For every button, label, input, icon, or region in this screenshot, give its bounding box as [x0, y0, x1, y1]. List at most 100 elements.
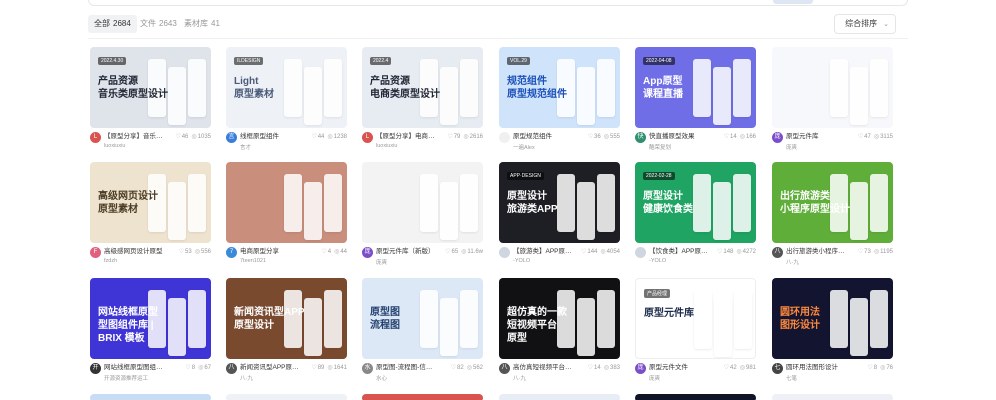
card-title[interactable]: 线框原型组件: [240, 132, 302, 142]
card-thumbnail[interactable]: 2022-04-08 App原型 课程直播: [635, 47, 756, 128]
search-button-edge[interactable]: [773, 0, 813, 4]
card-author[interactable]: 八·九: [240, 374, 253, 382]
resource-card[interactable]: 2022-04-08 App原型 课程直播快快直播原型效果 ♡14 ◎166 酷荣复划: [635, 47, 756, 163]
avatar[interactable]: F: [90, 247, 101, 258]
card-thumbnail-partial[interactable]: [362, 394, 483, 400]
card-author[interactable]: 言才: [240, 143, 251, 151]
card-author[interactable]: 八·九: [513, 374, 526, 382]
resource-card[interactable]: 2022.4 产品资源 电商类原型设计 L【原型分享】电商原型设计 ♡79◎2616 l…: [362, 47, 483, 163]
card-title[interactable]: 原型元件文件: [649, 363, 711, 373]
card-author[interactable]: fzdzh: [104, 258, 117, 264]
card-title[interactable]: 高级感网页设计原型: [104, 247, 166, 257]
card-thumbnail[interactable]: 出行旅游类 小程序原型设计: [772, 162, 893, 243]
card-author[interactable]: 水心: [376, 374, 387, 382]
card-title[interactable]: 原型图-流程图-信息框架: [376, 363, 438, 373]
resource-card[interactable]: 2022.4.30 产品资源 音乐类原型设计 L【原型分享】音乐类原型设计 ♡46◎1…: [90, 47, 211, 163]
resource-card[interactable]: VOL.29 规范组件 原型规范组件 原型规范组件 ♡36 ◎555 一遍Alex: [499, 47, 620, 163]
card-title[interactable]: 高仿真短视频平台原型: [513, 363, 575, 373]
card-author[interactable]: 七笔: [786, 374, 797, 382]
card-author[interactable]: 开源资源推荐运工: [104, 374, 148, 382]
card-thumbnail[interactable]: 超仿真的一款 短视频平台 原型: [499, 278, 620, 359]
resource-card[interactable]: 庞原型元件库（新版） ♡65 ◎11.6w 庞爽: [362, 162, 483, 278]
card-author[interactable]: 一遍Alex: [513, 143, 535, 151]
resource-card[interactable]: 原型图 流程图水原型图-流程图-信息框架 ♡82◎562 水心: [362, 278, 483, 394]
sort-dropdown[interactable]: 综合排序 ⌄: [834, 14, 896, 34]
card-thumbnail[interactable]: 新闻资讯型APP 原型设计: [226, 278, 347, 359]
card-author[interactable]: -YOLO: [513, 258, 530, 264]
card-title[interactable]: 【原型分享】音乐类原型设计: [104, 132, 166, 142]
card-thumbnail[interactable]: 高级网页设计 原型素材: [90, 162, 211, 243]
avatar[interactable]: L: [362, 132, 373, 143]
card-thumbnail-partial[interactable]: [499, 394, 620, 400]
card-title[interactable]: 原型规范组件: [513, 132, 575, 142]
card-thumbnail-partial[interactable]: [226, 394, 347, 400]
card-title[interactable]: 【饮食类】APP原型设计: [649, 247, 711, 257]
card-title[interactable]: 圆环用法图形设计: [786, 363, 848, 373]
resource-card[interactable]: 2022-02-28原型设计 健康饮食类【饮食类】APP原型设计♡148◎427…: [635, 162, 756, 278]
card-title[interactable]: 【旅游类】APP原型设计: [513, 247, 575, 257]
avatar[interactable]: 庞: [772, 132, 783, 143]
card-author[interactable]: luoxiuxiu: [376, 143, 397, 149]
card-thumbnail[interactable]: VOL.29 规范组件 原型规范组件: [499, 47, 620, 128]
card-author[interactable]: 八·九: [786, 258, 799, 266]
avatar[interactable]: 庞: [362, 247, 373, 258]
card-author[interactable]: 庞爽: [786, 143, 797, 151]
card-thumbnail[interactable]: [362, 162, 483, 243]
avatar[interactable]: 言: [226, 132, 237, 143]
resource-card[interactable]: 新闻资讯型APP 原型设计八新闻资讯型APP原型设计 ♡89◎1641 八·九: [226, 278, 347, 394]
card-thumbnail[interactable]: ILDESIGN Light 原型素材: [226, 47, 347, 128]
card-title[interactable]: 快直播原型效果: [649, 132, 711, 142]
card-thumbnail[interactable]: [772, 47, 893, 128]
avatar[interactable]: 七: [772, 363, 783, 374]
card-author[interactable]: 7teen1021: [240, 258, 266, 264]
resource-card[interactable]: 超仿真的一款 短视频平台 原型八高仿真短视频平台原型 ♡14 ◎383 八·九: [499, 278, 620, 394]
avatar[interactable]: 八: [772, 247, 783, 258]
card-thumbnail-partial[interactable]: [772, 394, 893, 400]
card-author[interactable]: 酷荣复划: [649, 143, 671, 151]
avatar[interactable]: 7: [226, 247, 237, 258]
card-thumbnail[interactable]: 原型图 流程图: [362, 278, 483, 359]
card-thumbnail-partial[interactable]: [635, 394, 756, 400]
resource-card[interactable]: 出行旅游类 小程序原型设计八出行旅游类小程序原型设计 ♡73◎1195 八·九: [772, 162, 893, 278]
card-author[interactable]: 庞爽: [649, 374, 660, 382]
card-thumbnail[interactable]: APP·DESIGN 原型设计 旅游类APP: [499, 162, 620, 243]
card-thumbnail-partial[interactable]: [90, 394, 211, 400]
avatar[interactable]: [499, 132, 510, 143]
card-thumbnail[interactable]: 2022.4 产品资源 电商类原型设计: [362, 47, 483, 128]
avatar[interactable]: 快: [635, 132, 646, 143]
resource-card[interactable]: 高级网页设计 原型素材 F 高级感网页设计原型 ♡53 ◎556 fzdzh: [90, 162, 211, 278]
card-thumbnail[interactable]: 2022-02-28 原型设计 健康饮食类: [635, 162, 756, 243]
resource-card[interactable]: 网站线框原型 型图组件库 | BRIX 模板开网站线框原型图组件库 | BRIX…: [90, 278, 211, 394]
card-title[interactable]: 新闻资讯型APP原型设计: [240, 363, 302, 373]
filter-tab-files[interactable]: 文件 2643: [134, 15, 183, 33]
card-author[interactable]: luoxiuxiu: [104, 143, 125, 149]
avatar[interactable]: [635, 247, 646, 258]
resource-card[interactable]: 庞原型元件库 ♡47 ◎3115 庞爽: [772, 47, 893, 163]
resource-card[interactable]: ILDESIGN Light 原型素材言线框原型组件 ♡44 ◎1238 言才: [226, 47, 347, 163]
avatar[interactable]: [499, 247, 510, 258]
card-thumbnail[interactable]: [226, 162, 347, 243]
card-author[interactable]: 庞爽: [376, 258, 387, 266]
filter-tab-assets[interactable]: 素材库 41: [178, 15, 226, 33]
card-thumbnail[interactable]: 网站线框原型 型图组件库 | BRIX 模板: [90, 278, 211, 359]
avatar[interactable]: L: [90, 132, 101, 143]
avatar[interactable]: 八: [226, 363, 237, 374]
card-title[interactable]: 电商原型分享: [240, 247, 302, 257]
card-thumbnail[interactable]: 产品经理 原型元件库: [635, 278, 756, 359]
avatar[interactable]: 八: [499, 363, 510, 374]
filter-tab-all[interactable]: 全部 2684: [88, 15, 137, 33]
card-title[interactable]: 网站线框原型图组件库 | BRIX: [104, 363, 166, 373]
card-thumbnail[interactable]: 圆环用法 图形设计: [772, 278, 893, 359]
card-title[interactable]: 【原型分享】电商原型设计: [376, 132, 438, 142]
resource-card[interactable]: 产品经理 原型元件库庞原型元件文件 ♡42 ◎981 庞爽: [635, 278, 756, 394]
avatar[interactable]: 水: [362, 363, 373, 374]
card-thumbnail[interactable]: 2022.4.30 产品资源 音乐类原型设计: [90, 47, 211, 128]
resource-card[interactable]: APP·DESIGN原型设计 旅游类APP【旅游类】APP原型设计♡144◎40…: [499, 162, 620, 278]
resource-card[interactable]: 圆环用法 图形设计七圆环用法图形设计 ♡8 ◎76 七笔: [772, 278, 893, 394]
resource-card[interactable]: 7 电商原型分享 ♡4 ◎44 7teen1021: [226, 162, 347, 278]
card-title[interactable]: 原型元件库: [786, 132, 848, 142]
avatar[interactable]: 开: [90, 363, 101, 374]
card-title[interactable]: 出行旅游类小程序原型设计: [786, 247, 848, 257]
card-title[interactable]: 原型元件库（新版）: [376, 247, 438, 257]
avatar[interactable]: 庞: [635, 363, 646, 374]
